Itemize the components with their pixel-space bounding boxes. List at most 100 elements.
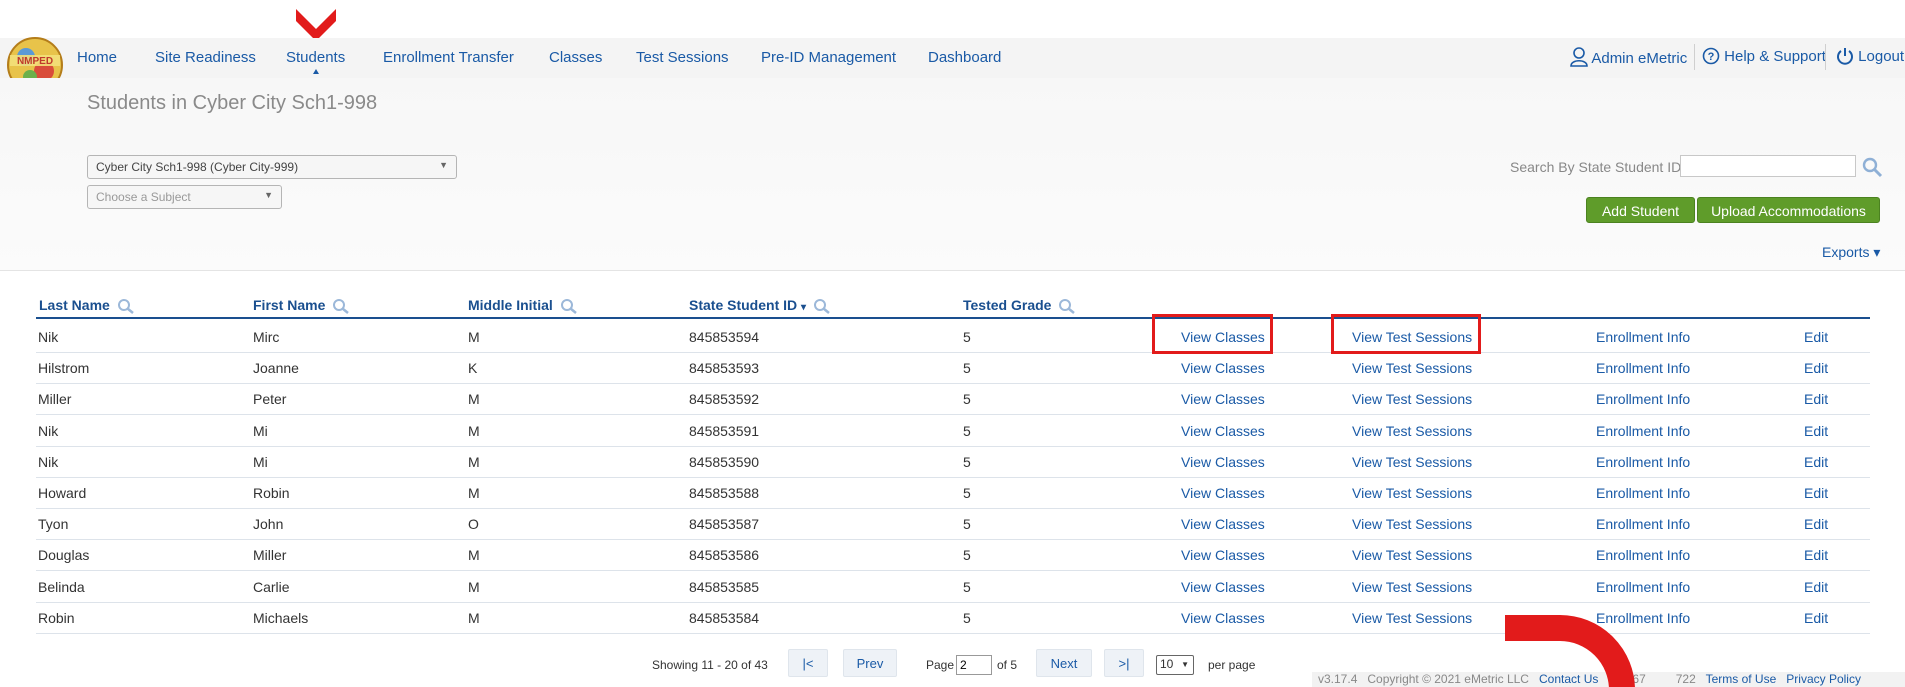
help-support-link[interactable]: ? Help & Support (1702, 47, 1826, 65)
view-test-sessions-link[interactable]: View Test Sessions (1352, 610, 1472, 626)
enrollment-info-link[interactable]: Enrollment Info (1596, 579, 1690, 595)
user-menu[interactable]: Admin eMetric (1570, 47, 1687, 67)
search-icon[interactable] (117, 298, 135, 315)
edit-link[interactable]: Edit (1804, 454, 1828, 470)
view-classes-link[interactable]: View Classes (1181, 610, 1265, 626)
view-test-sessions-link[interactable]: View Test Sessions (1352, 391, 1472, 407)
per-page-select[interactable]: 10 ▼ (1156, 655, 1194, 675)
enrollment-info-link[interactable]: Enrollment Info (1596, 454, 1690, 470)
logout-link[interactable]: Logout (1836, 47, 1904, 65)
enrollment-info-link[interactable]: Enrollment Info (1596, 423, 1690, 439)
page-label: Page (926, 658, 955, 672)
last-page-button[interactable]: >| (1104, 649, 1144, 677)
subject-select[interactable]: Choose a Subject ▼ (87, 185, 282, 209)
column-header-middle-initial[interactable]: Middle Initial (468, 297, 578, 315)
cell-tested-grade: 5 (963, 547, 971, 564)
view-test-sessions-link[interactable]: View Test Sessions (1352, 360, 1472, 376)
cell-first-name: Peter (253, 391, 287, 408)
view-classes-link[interactable]: View Classes (1181, 547, 1265, 563)
enrollment-info-link[interactable]: Enrollment Info (1596, 329, 1690, 345)
cell-middle-initial: M (468, 547, 480, 564)
view-classes-link[interactable]: View Classes (1181, 516, 1265, 532)
nav-students[interactable]: Students (286, 49, 345, 74)
privacy-policy-link[interactable]: Privacy Policy (1786, 672, 1861, 686)
footer: v3.17.4 Copyright © 2021 eMetric LLC Con… (1312, 672, 1905, 687)
view-classes-link[interactable]: View Classes (1181, 579, 1265, 595)
terms-of-use-link[interactable]: Terms of Use (1706, 672, 1777, 686)
cell-state-student-id: 845853591 (689, 422, 760, 439)
page-title: Students in Cyber City Sch1-998 (87, 92, 378, 114)
edit-link[interactable]: Edit (1804, 360, 1828, 376)
search-icon[interactable] (332, 298, 350, 315)
cell-state-student-id: 845853592 (689, 391, 760, 408)
nav-home[interactable]: Home (77, 49, 117, 66)
footer-copyright: Copyright © 2021 eMetric LLC (1367, 672, 1529, 686)
column-header-first-name[interactable]: First Name (253, 297, 350, 315)
nav-pre-id-management[interactable]: Pre-ID Management (761, 49, 896, 66)
nav-test-sessions[interactable]: Test Sessions (636, 49, 729, 66)
view-classes-link[interactable]: View Classes (1181, 485, 1265, 501)
edit-link[interactable]: Edit (1804, 516, 1828, 532)
enrollment-info-link[interactable]: Enrollment Info (1596, 485, 1690, 501)
edit-link[interactable]: Edit (1804, 391, 1828, 407)
prev-page-button[interactable]: Prev (843, 649, 897, 677)
view-test-sessions-link[interactable]: View Test Sessions (1352, 516, 1472, 532)
column-header-state-student-id[interactable]: State Student ID ▾ (689, 297, 831, 315)
cell-last-name: Belinda (38, 578, 85, 595)
next-page-button[interactable]: Next (1036, 649, 1092, 677)
dropdown-arrow-icon: ▼ (264, 190, 273, 200)
add-student-button[interactable]: Add Student (1586, 197, 1695, 223)
exports-menu[interactable]: Exports ▾ (1822, 244, 1880, 261)
cell-state-student-id: 845853586 (689, 547, 760, 564)
nav-classes[interactable]: Classes (549, 49, 602, 66)
edit-link[interactable]: Edit (1804, 329, 1828, 345)
edit-link[interactable]: Edit (1804, 423, 1828, 439)
cell-middle-initial: M (468, 485, 480, 501)
upload-accommodations-button[interactable]: Upload Accommodations (1697, 197, 1880, 223)
cell-state-student-id: 845853594 (689, 329, 760, 345)
view-test-sessions-link[interactable]: View Test Sessions (1352, 454, 1472, 470)
ssid-search-input[interactable] (1680, 155, 1856, 177)
column-header-last-name[interactable]: Last Name (39, 297, 135, 315)
search-icon[interactable] (560, 298, 578, 315)
cell-middle-initial: M (468, 391, 480, 408)
view-classes-link[interactable]: View Classes (1181, 454, 1265, 470)
first-page-button[interactable]: |< (788, 649, 828, 677)
school-select[interactable]: Cyber City Sch1-998 (Cyber City-999) ▼ (87, 155, 457, 179)
table-row: Howard Robin M 845853588 5 View Classes … (36, 477, 1870, 509)
edit-link[interactable]: Edit (1804, 579, 1828, 595)
edit-link[interactable]: Edit (1804, 547, 1828, 563)
enrollment-info-link[interactable]: Enrollment Info (1596, 360, 1690, 376)
enrollment-info-link[interactable]: Enrollment Info (1596, 610, 1690, 626)
cell-tested-grade: 5 (963, 485, 971, 501)
search-icon[interactable] (1861, 156, 1883, 178)
cell-first-name: Mirc (253, 329, 280, 345)
column-header-tested-grade[interactable]: Tested Grade (963, 297, 1076, 315)
view-classes-link[interactable]: View Classes (1181, 360, 1265, 376)
edit-link[interactable]: Edit (1804, 485, 1828, 501)
nav-dashboard[interactable]: Dashboard (928, 49, 1001, 66)
contact-us-link[interactable]: Contact Us (1539, 672, 1598, 686)
cell-first-name: Mi (253, 422, 268, 439)
cell-first-name: Joanne (253, 360, 299, 377)
page-number-input[interactable] (956, 655, 992, 675)
enrollment-info-link[interactable]: Enrollment Info (1596, 391, 1690, 407)
edit-link[interactable]: Edit (1804, 610, 1828, 626)
enrollment-info-link[interactable]: Enrollment Info (1596, 547, 1690, 563)
enrollment-info-link[interactable]: Enrollment Info (1596, 516, 1690, 532)
cell-tested-grade: 5 (963, 609, 971, 626)
cell-last-name: Nik (38, 422, 59, 439)
nav-enrollment-transfer[interactable]: Enrollment Transfer (383, 49, 514, 66)
cell-last-name: Howard (38, 485, 87, 501)
nav-site-readiness[interactable]: Site Readiness (155, 49, 256, 66)
search-icon[interactable] (813, 298, 831, 315)
view-test-sessions-link[interactable]: View Test Sessions (1352, 485, 1472, 501)
view-classes-link[interactable]: View Classes (1181, 423, 1265, 439)
view-test-sessions-link[interactable]: View Test Sessions (1352, 547, 1472, 563)
search-icon[interactable] (1058, 298, 1076, 315)
view-test-sessions-link[interactable]: View Test Sessions (1352, 579, 1472, 595)
subject-select-value: Choose a Subject (96, 190, 191, 204)
view-classes-link[interactable]: View Classes (1181, 391, 1265, 407)
sort-desc-icon: ▾ (801, 302, 807, 313)
view-test-sessions-link[interactable]: View Test Sessions (1352, 423, 1472, 439)
